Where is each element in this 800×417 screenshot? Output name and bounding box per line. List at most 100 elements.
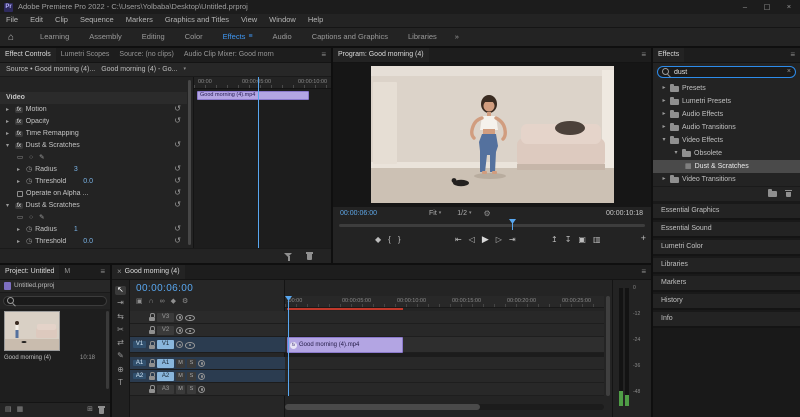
minimize-button[interactable]: – xyxy=(734,2,756,11)
scrollbar[interactable] xyxy=(606,296,610,396)
effects-search-box[interactable]: × xyxy=(657,66,796,78)
workspace-audio[interactable]: Audio xyxy=(263,28,302,46)
reset-icon[interactable]: ↺ xyxy=(174,164,181,174)
delete-effect-icon[interactable] xyxy=(306,252,313,260)
tab-lumetri-scopes[interactable]: Lumetri Scopes xyxy=(56,48,115,62)
param-row-threshold[interactable]: ▸ ◷ Threshold 0.0 ↺ xyxy=(0,236,187,248)
toggle-animation-icon[interactable]: ◷ xyxy=(26,226,32,234)
param-value[interactable]: 3 xyxy=(74,166,78,174)
extract-button[interactable]: ↧ xyxy=(565,235,572,245)
toggle-animation-icon[interactable]: ◷ xyxy=(26,238,32,246)
tab-media-browser[interactable]: M xyxy=(59,265,73,279)
track-target-button[interactable]: V1 xyxy=(157,340,174,349)
chevron-down-icon[interactable]: ▾ xyxy=(183,66,186,73)
workspace-learning[interactable]: Learning xyxy=(30,28,79,46)
effects-search-input[interactable] xyxy=(674,68,784,76)
razor-tool[interactable]: ✂ xyxy=(117,325,124,335)
fx-badge-icon[interactable]: fx xyxy=(15,142,23,150)
param-row-threshold[interactable]: ▸ ◷ Threshold 0.0 ↺ xyxy=(0,176,187,188)
lock-icon[interactable] xyxy=(148,313,155,321)
tab-effect-controls[interactable]: Effect Controls xyxy=(0,48,56,62)
timeline-settings-icon[interactable]: ⚙ xyxy=(182,298,188,306)
reset-icon[interactable]: ↺ xyxy=(174,104,181,114)
track-header-a3[interactable]: A3 M S xyxy=(130,383,285,396)
clip-menu-label[interactable]: Good morning (4) - Go... xyxy=(101,66,177,74)
linked-selection-icon[interactable]: ∞ xyxy=(160,298,165,306)
filter-effects-icon[interactable] xyxy=(284,253,293,261)
panel-menu-icon[interactable]: ≡ xyxy=(785,50,800,60)
source-patch[interactable]: A1 xyxy=(133,359,146,367)
chevron-right-icon[interactable]: ▸ xyxy=(661,176,667,183)
track-lane-a1[interactable] xyxy=(285,357,604,370)
go-to-in-button[interactable]: ⇤ xyxy=(455,235,462,245)
reset-icon[interactable]: ↺ xyxy=(174,116,181,126)
tree-item-obsolete[interactable]: ▾ Obsolete xyxy=(653,147,800,160)
panel-menu-icon[interactable]: ≡ xyxy=(636,267,651,277)
track-target-button[interactable]: A1 xyxy=(157,358,174,368)
create-ellipse-mask-icon[interactable]: ○ xyxy=(29,154,33,161)
panel-menu-icon[interactable]: ≡ xyxy=(636,50,651,60)
workspace-assembly[interactable]: Assembly xyxy=(79,28,132,46)
sync-lock-icon[interactable] xyxy=(176,326,183,334)
maximize-button[interactable]: ▢ xyxy=(756,2,778,11)
project-search-input[interactable] xyxy=(18,297,103,305)
reset-icon[interactable]: ↺ xyxy=(174,188,181,198)
panel-lumetri-color[interactable]: Lumetri Color xyxy=(653,240,800,256)
workspace-menu-icon[interactable]: ≡ xyxy=(248,33,252,41)
chevron-right-icon[interactable]: ▸ xyxy=(6,119,12,126)
chevron-down-icon[interactable]: ▾ xyxy=(6,143,12,150)
trash-icon[interactable] xyxy=(98,406,105,414)
fx-badge-icon[interactable]: fx xyxy=(15,130,23,138)
chevron-right-icon[interactable]: ▸ xyxy=(661,98,667,105)
tree-item-lumetri-presets[interactable]: ▸ Lumetri Presets xyxy=(653,95,800,108)
menu-clip[interactable]: Clip xyxy=(49,16,74,25)
step-forward-button[interactable]: ▷ xyxy=(496,235,502,245)
mute-button[interactable]: M xyxy=(176,358,185,368)
track-visibility-eye-icon[interactable] xyxy=(185,314,195,321)
chevron-down-icon[interactable]: ▾ xyxy=(6,203,12,210)
effect-row-dust-scratches-2[interactable]: ▾ fx Dust & Scratches ↺ xyxy=(0,200,187,212)
tree-item-video-transitions[interactable]: ▸ Video Transitions xyxy=(653,173,800,186)
workspace-overflow-icon[interactable]: » xyxy=(455,32,459,41)
tree-item-presets[interactable]: ▸ Presets xyxy=(653,82,800,95)
menu-file[interactable]: File xyxy=(0,16,24,25)
snap-magnet-icon[interactable]: ∩ xyxy=(149,298,154,306)
mark-out-button[interactable]: } xyxy=(398,235,401,245)
program-scrubber[interactable] xyxy=(339,224,645,227)
workspace-effects[interactable]: Effects ≡ xyxy=(213,28,263,46)
new-custom-bin-icon[interactable] xyxy=(768,188,777,197)
track-target-button[interactable]: V3 xyxy=(157,312,174,322)
scrollbar[interactable] xyxy=(285,404,480,410)
pen-tool[interactable]: ✎ xyxy=(117,352,124,361)
tab-audio-clip-mixer[interactable]: Audio Clip Mixer: Good morn xyxy=(179,48,279,62)
sync-lock-icon[interactable] xyxy=(198,359,205,367)
track-header-v3[interactable]: V3 xyxy=(130,311,285,324)
workspace-captions-and-graphics[interactable]: Captions and Graphics xyxy=(302,28,398,46)
param-row-operate-alpha[interactable]: Operate on Alpha ... ↺ xyxy=(0,188,187,200)
chevron-right-icon[interactable]: ▸ xyxy=(17,239,23,246)
solo-button[interactable]: S xyxy=(187,371,196,381)
track-header-a1[interactable]: A1 A1 M S xyxy=(130,357,285,370)
clip-thumbnail[interactable] xyxy=(4,311,60,351)
tree-item-audio-transitions[interactable]: ▸ Audio Transitions xyxy=(653,121,800,134)
project-file-row[interactable]: Untitled.prproj xyxy=(0,280,110,293)
effect-row-time-remapping[interactable]: ▸ fx Time Remapping xyxy=(0,128,187,140)
panel-essential-sound[interactable]: Essential Sound xyxy=(653,222,800,238)
mini-timeline-playhead[interactable] xyxy=(258,77,259,248)
track-target-button[interactable]: A3 xyxy=(157,384,174,394)
panel-menu-icon[interactable]: ≡ xyxy=(95,267,110,277)
menu-edit[interactable]: Edit xyxy=(24,16,49,25)
workspace-libraries[interactable]: Libraries xyxy=(398,28,447,46)
hand-tool[interactable]: ⊕ xyxy=(117,365,124,375)
fx-badge-icon[interactable]: fx xyxy=(15,202,23,210)
param-row-radius[interactable]: ▸ ◷ Radius 3 ↺ xyxy=(0,164,187,176)
lock-icon[interactable] xyxy=(148,385,155,393)
go-to-out-button[interactable]: ⇥ xyxy=(509,235,516,245)
reset-icon[interactable]: ↺ xyxy=(174,176,181,186)
tree-item-video-effects[interactable]: ▾ Video Effects xyxy=(653,134,800,147)
lift-button[interactable]: ↥ xyxy=(551,235,558,245)
mini-timeline-clip[interactable]: Good morning (4).mp4 xyxy=(197,91,309,100)
effect-row-dust-scratches-1[interactable]: ▾ fx Dust & Scratches ↺ xyxy=(0,140,187,152)
track-target-button[interactable]: V2 xyxy=(157,325,174,335)
panel-markers[interactable]: Markers xyxy=(653,276,800,292)
